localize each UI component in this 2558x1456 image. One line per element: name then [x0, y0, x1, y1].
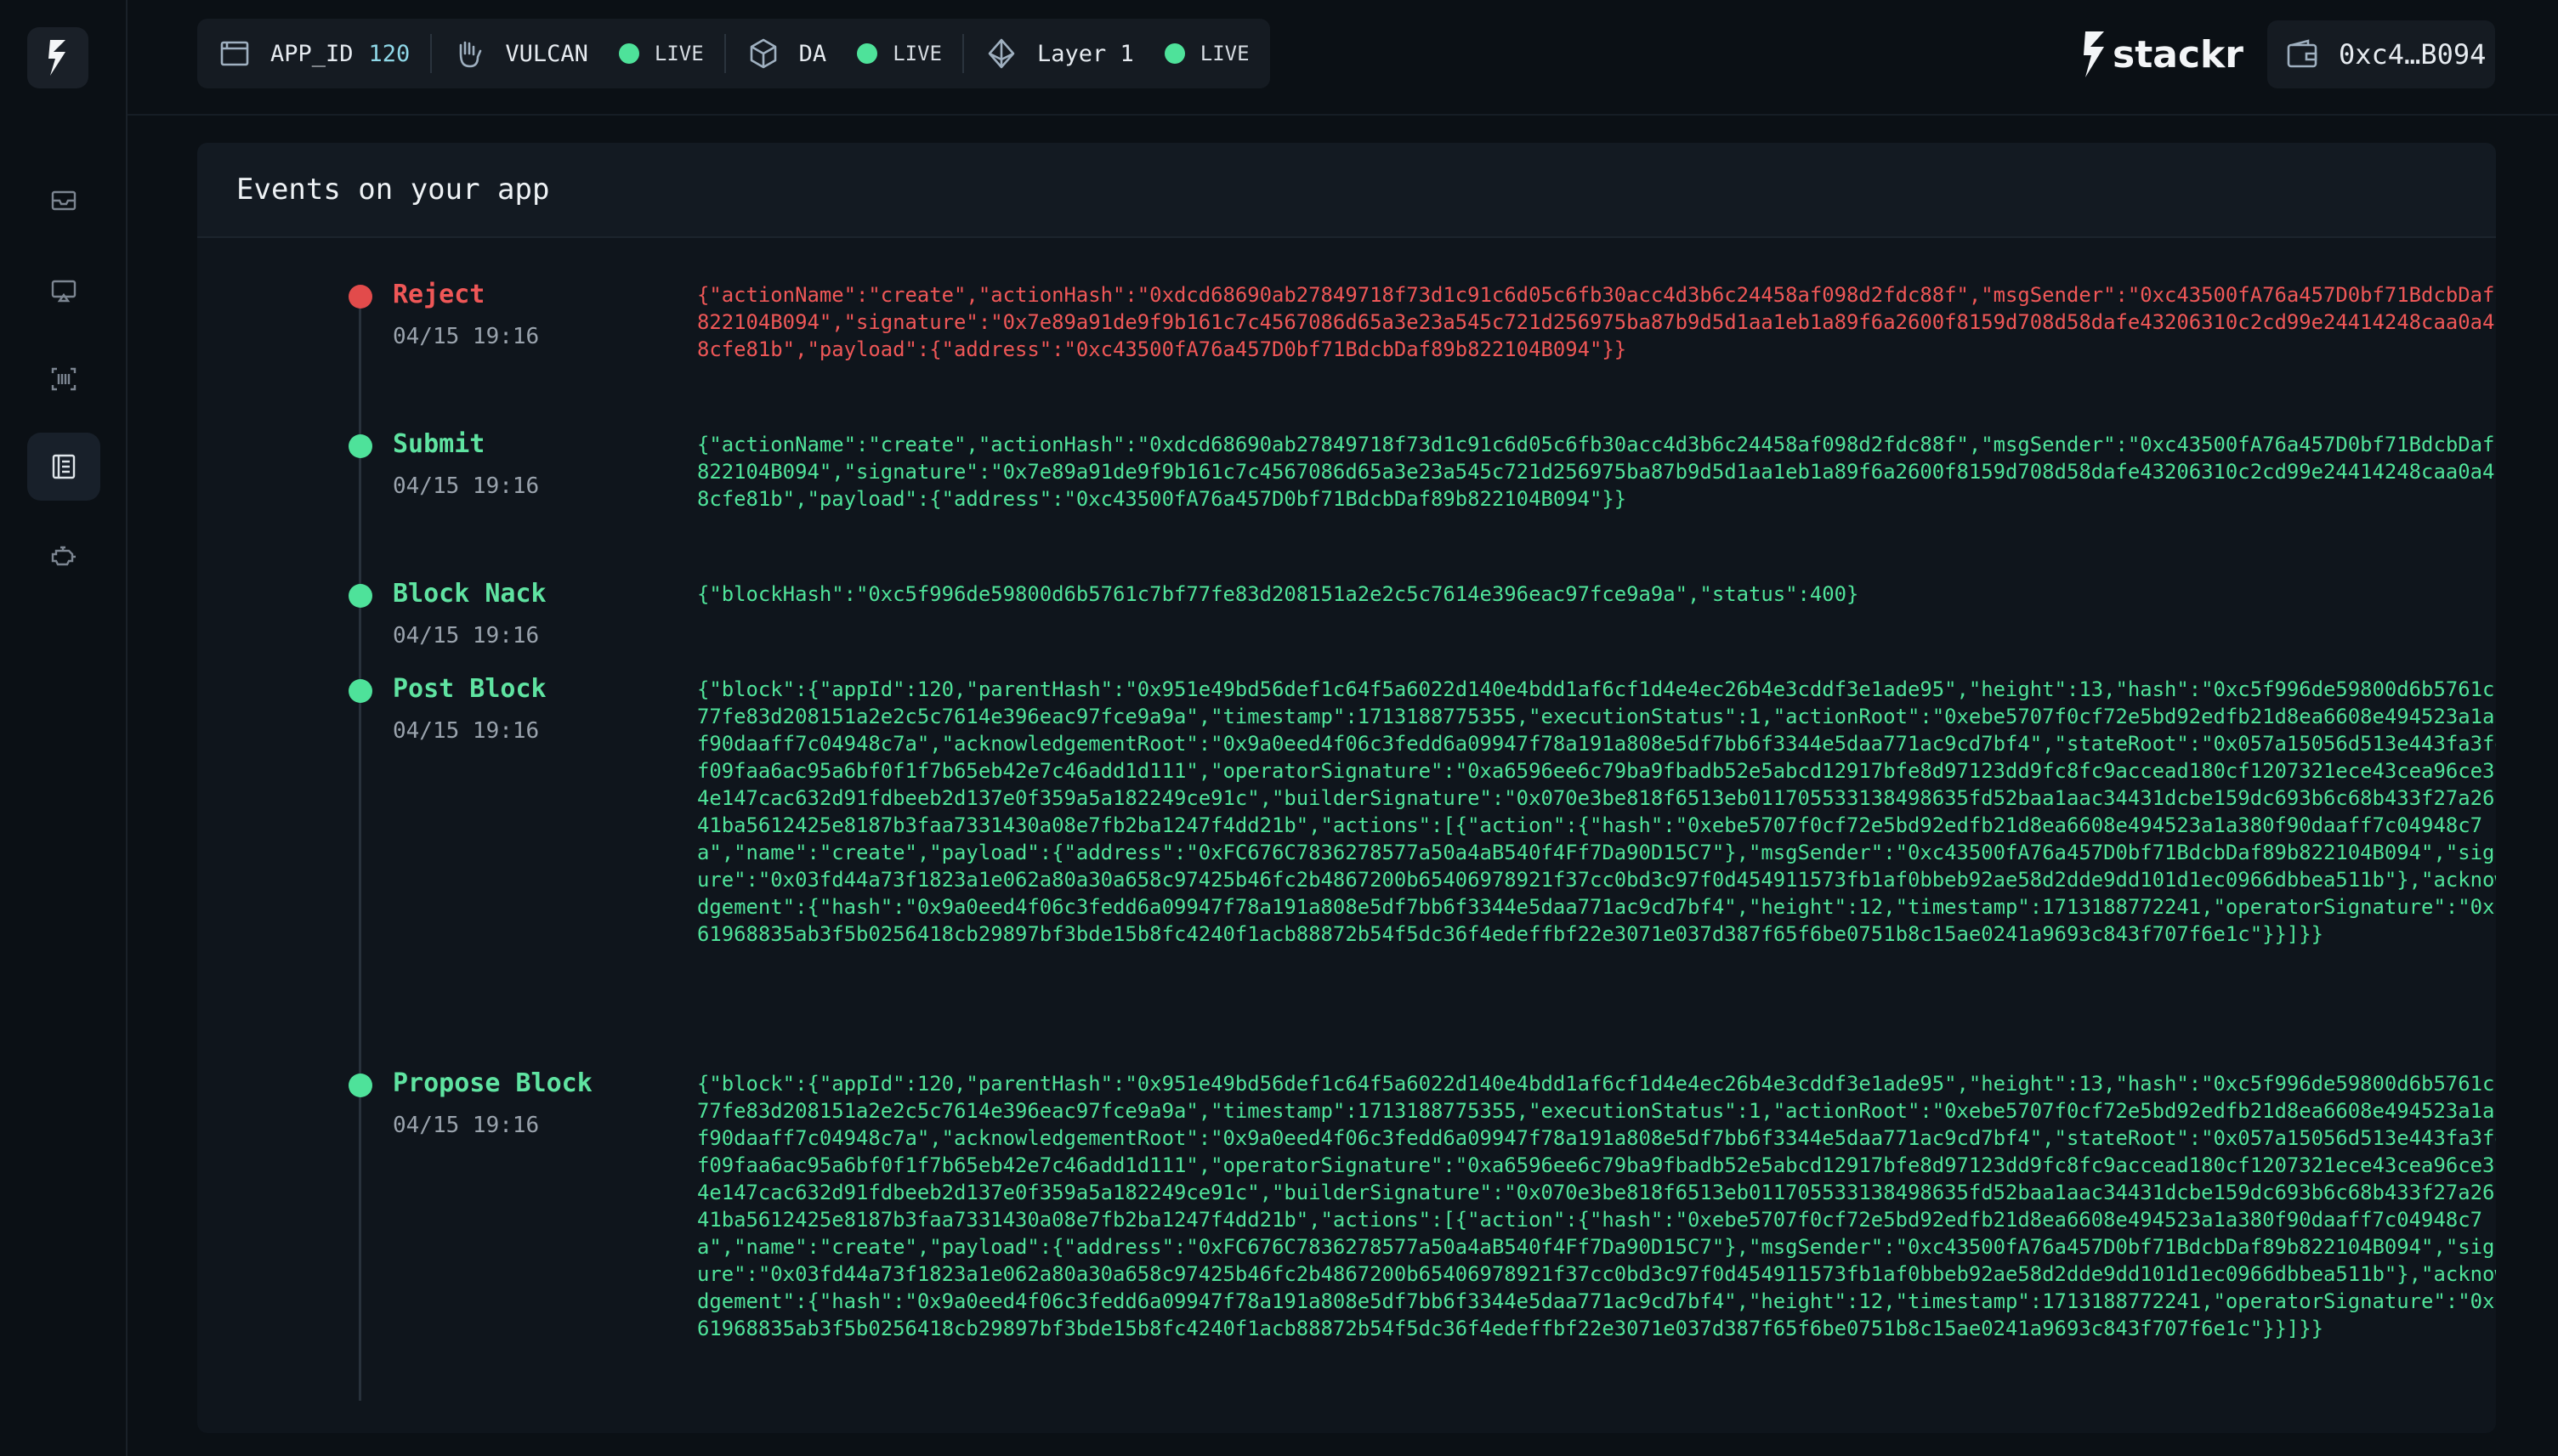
event-time: 04/15 19:16	[393, 1113, 540, 1138]
event-status-dot	[349, 285, 372, 309]
da-segment: DA LIVE	[746, 19, 942, 88]
event-title: Propose Block	[393, 1068, 593, 1098]
events-panel: Events on your app Reject 04/15 19:16 {"…	[197, 143, 2496, 1433]
wallet-address: 0xc4…B094	[2339, 38, 2487, 71]
brand-name: stackr	[2113, 32, 2243, 76]
vulcan-live-dot	[618, 43, 639, 64]
stackr-brand-icon	[2084, 31, 2105, 77]
display-icon	[51, 280, 77, 303]
event-title: Reject	[393, 280, 485, 309]
event-time: 04/15 19:16	[393, 473, 540, 499]
event-title: Post Block	[393, 674, 547, 704]
inbox-icon	[51, 190, 77, 211]
event-title: Submit	[393, 429, 485, 459]
event-payload: {"blockHash":"0xc5f996de59800d6b5761c7bf…	[697, 582, 1859, 606]
wallet-button[interactable]: 0xc4…B094	[2267, 20, 2495, 88]
vulcan-segment: VULCAN LIVE	[452, 19, 704, 88]
da-status: LIVE	[893, 42, 942, 65]
app-id-label: APP_ID	[270, 40, 354, 67]
barcode-scan-icon	[51, 367, 77, 391]
sidebar-item-engine[interactable]	[27, 522, 100, 590]
app-logo[interactable]	[27, 27, 88, 88]
divider	[723, 34, 726, 73]
cube-icon	[746, 37, 780, 71]
window-icon	[218, 37, 252, 71]
event-payload: {"block":{"appId":120,"parentHash":"0x95…	[697, 677, 2496, 946]
network-status-bar: APP_ID 120 VULCAN LIVE DA LIVE Layer 1 L…	[197, 19, 1270, 88]
vulcan-label: VULCAN	[505, 40, 588, 67]
event-payload: {"actionName":"create","actionHash":"0xd…	[697, 433, 2496, 511]
da-live-dot	[857, 43, 878, 64]
top-header: APP_ID 120 VULCAN LIVE DA LIVE Layer 1 L…	[128, 0, 2558, 116]
event-time: 04/15 19:16	[393, 324, 540, 349]
event-time: 04/15 19:16	[393, 623, 540, 649]
layer-label: Layer 1	[1036, 40, 1134, 67]
layer-live-dot	[1164, 43, 1185, 64]
diamond-icon	[984, 37, 1018, 71]
event-payload: {"block":{"appId":120,"parentHash":"0x95…	[697, 1072, 2496, 1340]
stackr-logo-icon	[48, 40, 65, 76]
event-status-dot	[349, 1074, 372, 1097]
event-time: 04/15 19:16	[393, 718, 540, 744]
app-id-segment: APP_ID 120	[218, 19, 410, 88]
sidebar-item-events[interactable]	[27, 433, 100, 501]
hand-icon	[452, 37, 486, 71]
event-status-dot	[349, 434, 372, 458]
event-status-dot	[349, 584, 372, 608]
app-id-value: 120	[368, 40, 411, 67]
event-payload: {"actionName":"create","actionHash":"0xd…	[697, 283, 2496, 361]
sidebar-item-inbox[interactable]	[27, 167, 100, 235]
vulcan-status: LIVE	[654, 42, 704, 65]
events-log-icon	[52, 454, 76, 479]
wallet-icon	[2287, 39, 2317, 68]
divider	[961, 34, 964, 73]
panel-title: Events on your app	[197, 143, 2496, 238]
sidebar-item-scanner[interactable]	[27, 345, 100, 413]
sidebar	[0, 0, 128, 1456]
divider	[430, 34, 433, 73]
da-label: DA	[798, 40, 827, 67]
sidebar-item-display[interactable]	[27, 257, 100, 325]
brand-logo: stackr	[2080, 29, 2243, 80]
engine-icon	[51, 546, 76, 566]
layer-status: LIVE	[1200, 42, 1250, 65]
event-status-dot	[349, 679, 372, 703]
layer-segment: Layer 1 LIVE	[984, 19, 1250, 88]
event-title: Block Nack	[393, 579, 547, 609]
